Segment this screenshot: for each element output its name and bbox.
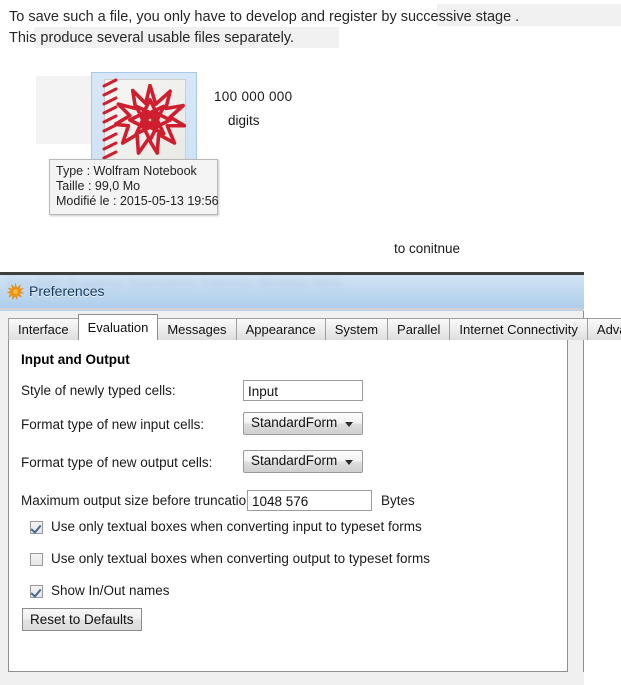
continue-note-label: to conitnue bbox=[394, 241, 461, 256]
output-format-combobox[interactable]: StandardForm bbox=[243, 450, 363, 473]
max-output-size-input[interactable]: 1048 576 bbox=[247, 490, 372, 511]
tab-messages[interactable]: Messages bbox=[157, 318, 237, 340]
titlebar-divider bbox=[0, 308, 584, 310]
digit-count-label: 100 000 000 bbox=[214, 89, 293, 104]
reset-to-defaults-button[interactable]: Reset to Defaults bbox=[22, 608, 142, 631]
label-textual-boxes-output: Use only textual boxes when converting o… bbox=[51, 551, 430, 566]
label-input-format: Format type of new input cells: bbox=[21, 417, 205, 432]
preferences-panel: Input and Output Style of newly typed ce… bbox=[8, 339, 568, 672]
checkbox-textual-boxes-output[interactable] bbox=[30, 553, 43, 566]
preferences-tabstrip: Interface Evaluation Messages Appearance… bbox=[8, 314, 621, 340]
document-line-2: This produce several usable files separa… bbox=[9, 30, 295, 46]
label-output-format: Format type of new output cells: bbox=[21, 455, 213, 470]
preferences-titlebar[interactable]: Preferences bbox=[0, 276, 584, 308]
tab-evaluation[interactable]: Evaluation bbox=[77, 314, 159, 340]
tab-internet-connectivity[interactable]: Internet Connectivity bbox=[449, 318, 588, 340]
label-style-of-new-cells: Style of newly typed cells: bbox=[21, 383, 176, 398]
preferences-window: File Edit Graphics Evaluation Palettes W… bbox=[0, 272, 621, 685]
label-show-inout-names: Show In/Out names bbox=[51, 583, 170, 598]
tab-parallel[interactable]: Parallel bbox=[387, 318, 451, 340]
label-bytes-unit: Bytes bbox=[381, 493, 415, 508]
checkbox-show-inout-names[interactable] bbox=[30, 585, 43, 598]
digit-count-unit-label: digits bbox=[228, 113, 260, 128]
label-textual-boxes-input: Use only textual boxes when converting i… bbox=[51, 519, 422, 534]
tab-appearance[interactable]: Appearance bbox=[235, 318, 326, 340]
tooltip-size-line: Taille : 99,0 Mo bbox=[56, 179, 141, 193]
label-max-output-size: Maximum output size before truncation: bbox=[21, 493, 258, 508]
file-tooltip: Type : Wolfram Notebook Taille : 99,0 Mo… bbox=[49, 159, 219, 215]
chevron-down-icon bbox=[345, 422, 353, 427]
tooltip-modified-line: Modifié le : 2015-05-13 19:56 bbox=[56, 194, 219, 208]
preferences-title-text: Preferences bbox=[29, 283, 105, 299]
background-panel-block bbox=[36, 76, 97, 144]
checkbox-textual-boxes-input[interactable] bbox=[30, 521, 43, 534]
tab-interface[interactable]: Interface bbox=[8, 318, 79, 340]
document-text-region: To save such a file, you only have to de… bbox=[0, 0, 621, 52]
window-bottom-strip bbox=[0, 672, 584, 685]
style-of-new-cells-input[interactable]: Input bbox=[243, 380, 363, 401]
tab-advanced[interactable]: Advanced bbox=[586, 318, 621, 340]
wolfram-spikey-star-icon bbox=[114, 84, 186, 155]
section-title-input-and-output: Input and Output bbox=[21, 352, 130, 367]
wolfram-notebook-icon[interactable] bbox=[91, 72, 197, 170]
tab-system[interactable]: System bbox=[324, 318, 389, 340]
chevron-down-icon bbox=[345, 460, 353, 465]
input-format-value: StandardForm bbox=[251, 415, 338, 430]
wolfram-spikey-icon bbox=[7, 283, 24, 300]
file-icon-area: 100 000 000 digits Type : Wolfram Notebo… bbox=[0, 52, 621, 265]
tooltip-type-line: Type : Wolfram Notebook bbox=[56, 164, 197, 178]
output-format-value: StandardForm bbox=[251, 453, 338, 468]
document-line-1: To save such a file, you only have to de… bbox=[9, 9, 520, 25]
input-format-combobox[interactable]: StandardForm bbox=[243, 412, 363, 435]
